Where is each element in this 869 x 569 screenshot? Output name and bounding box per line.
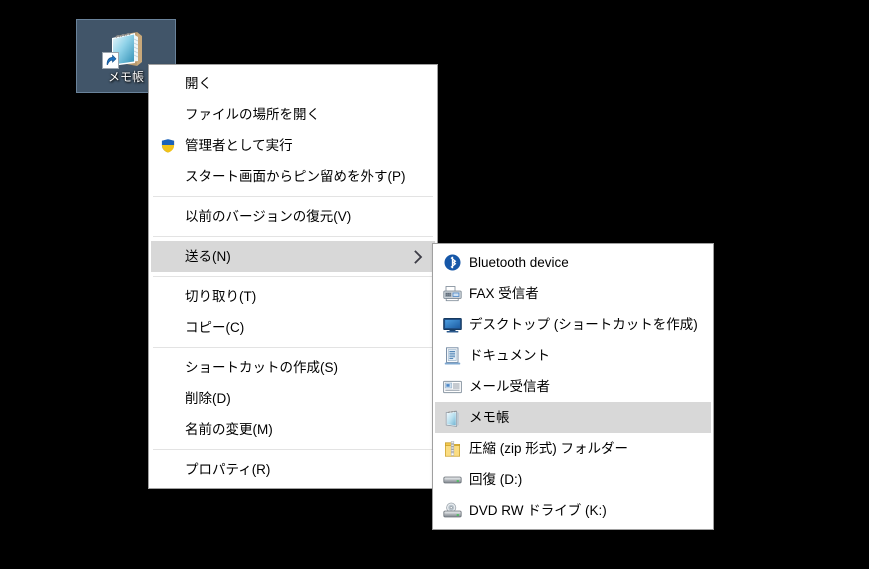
menu-item-label: ファイルの場所を開く <box>185 106 320 122</box>
zip-folder-icon <box>441 438 463 460</box>
menu-item-label: 切り取り(T) <box>185 288 257 304</box>
menu-item-rename[interactable]: 名前の変更(M) <box>151 414 435 445</box>
menu-item-icon-placeholder <box>157 286 179 308</box>
shortcut-arrow-icon <box>102 52 119 69</box>
desktop-icon-label: メモ帳 <box>107 70 144 84</box>
submenu-item-desktop-create-shortcut[interactable]: デスクトップ (ショートカットを作成) <box>435 309 711 340</box>
submenu-item-label: メモ帳 <box>469 409 510 425</box>
notepad-small-icon <box>441 407 463 429</box>
send-to-submenu[interactable]: Bluetooth device FAX 受信者 デスクトップ (ショートカット… <box>432 243 714 530</box>
menu-item-cut[interactable]: 切り取り(T) <box>151 281 435 312</box>
menu-item-label: ショートカットの作成(S) <box>185 359 338 375</box>
menu-separator <box>153 449 433 450</box>
menu-item-label: スタート画面からピン留めを外す(P) <box>185 168 406 184</box>
menu-item-label: 管理者として実行 <box>185 137 293 153</box>
menu-item-icon-placeholder <box>157 357 179 379</box>
documents-icon <box>441 345 463 367</box>
notepad-icon <box>102 25 148 69</box>
menu-item-icon-placeholder <box>157 104 179 126</box>
menu-item-properties[interactable]: プロパティ(R) <box>151 454 435 485</box>
menu-item-icon-placeholder <box>157 317 179 339</box>
menu-item-run-as-administrator[interactable]: 管理者として実行 <box>151 130 435 161</box>
menu-item-unpin-from-start[interactable]: スタート画面からピン留めを外す(P) <box>151 161 435 192</box>
menu-item-copy[interactable]: コピー(C) <box>151 312 435 343</box>
menu-item-restore-previous-versions[interactable]: 以前のバージョンの復元(V) <box>151 201 435 232</box>
menu-item-open-file-location[interactable]: ファイルの場所を開く <box>151 99 435 130</box>
dvd-drive-icon <box>441 500 463 522</box>
submenu-item-label: DVD RW ドライブ (K:) <box>469 502 607 518</box>
menu-item-icon-placeholder <box>157 73 179 95</box>
menu-item-open[interactable]: 開く <box>151 68 435 99</box>
submenu-item-label: 回復 (D:) <box>469 471 523 487</box>
chevron-right-icon <box>413 249 423 264</box>
menu-item-delete[interactable]: 削除(D) <box>151 383 435 414</box>
submenu-item-label: デスクトップ (ショートカットを作成) <box>469 316 698 332</box>
menu-item-label: コピー(C) <box>185 319 245 335</box>
menu-separator <box>153 276 433 277</box>
menu-separator <box>153 196 433 197</box>
menu-item-icon-placeholder <box>157 246 179 268</box>
menu-item-send-to[interactable]: 送る(N) <box>151 241 435 272</box>
desktop-background[interactable]: メモ帳 開く ファイルの場所を開く 管理者として実行 スタート画面からピン留めを… <box>0 0 869 569</box>
submenu-item-dvd-rw-drive[interactable]: DVD RW ドライブ (K:) <box>435 495 711 526</box>
menu-separator <box>153 347 433 348</box>
submenu-item-documents[interactable]: ドキュメント <box>435 340 711 371</box>
submenu-item-label: 圧縮 (zip 形式) フォルダー <box>469 440 629 456</box>
submenu-item-label: ドキュメント <box>469 347 550 363</box>
menu-item-create-shortcut[interactable]: ショートカットの作成(S) <box>151 352 435 383</box>
submenu-item-fax-recipient[interactable]: FAX 受信者 <box>435 278 711 309</box>
menu-item-label: 開く <box>185 75 212 91</box>
menu-item-icon-placeholder <box>157 166 179 188</box>
menu-item-label: 名前の変更(M) <box>185 421 273 437</box>
menu-item-label: プロパティ(R) <box>185 461 271 477</box>
uac-shield-icon <box>157 135 179 157</box>
menu-item-label: 削除(D) <box>185 390 231 406</box>
submenu-item-recovery-drive[interactable]: 回復 (D:) <box>435 464 711 495</box>
menu-item-icon-placeholder <box>157 459 179 481</box>
menu-item-label: 以前のバージョンの復元(V) <box>185 208 352 224</box>
submenu-item-label: FAX 受信者 <box>469 285 539 301</box>
submenu-item-bluetooth-device[interactable]: Bluetooth device <box>435 247 711 278</box>
menu-item-label: 送る(N) <box>185 248 231 264</box>
submenu-item-notepad[interactable]: メモ帳 <box>435 402 711 433</box>
desktop-monitor-icon <box>441 314 463 336</box>
bluetooth-icon <box>441 252 463 274</box>
menu-item-icon-placeholder <box>157 419 179 441</box>
submenu-item-label: メール受信者 <box>469 378 550 394</box>
hard-drive-icon <box>441 469 463 491</box>
fax-icon <box>441 283 463 305</box>
menu-item-icon-placeholder <box>157 206 179 228</box>
submenu-item-mail-recipient[interactable]: メール受信者 <box>435 371 711 402</box>
mail-icon <box>441 376 463 398</box>
file-context-menu[interactable]: 開く ファイルの場所を開く 管理者として実行 スタート画面からピン留めを外す(P… <box>148 64 438 489</box>
menu-separator <box>153 236 433 237</box>
submenu-item-label: Bluetooth device <box>469 254 569 270</box>
menu-item-icon-placeholder <box>157 388 179 410</box>
submenu-item-compressed-zip-folder[interactable]: 圧縮 (zip 形式) フォルダー <box>435 433 711 464</box>
